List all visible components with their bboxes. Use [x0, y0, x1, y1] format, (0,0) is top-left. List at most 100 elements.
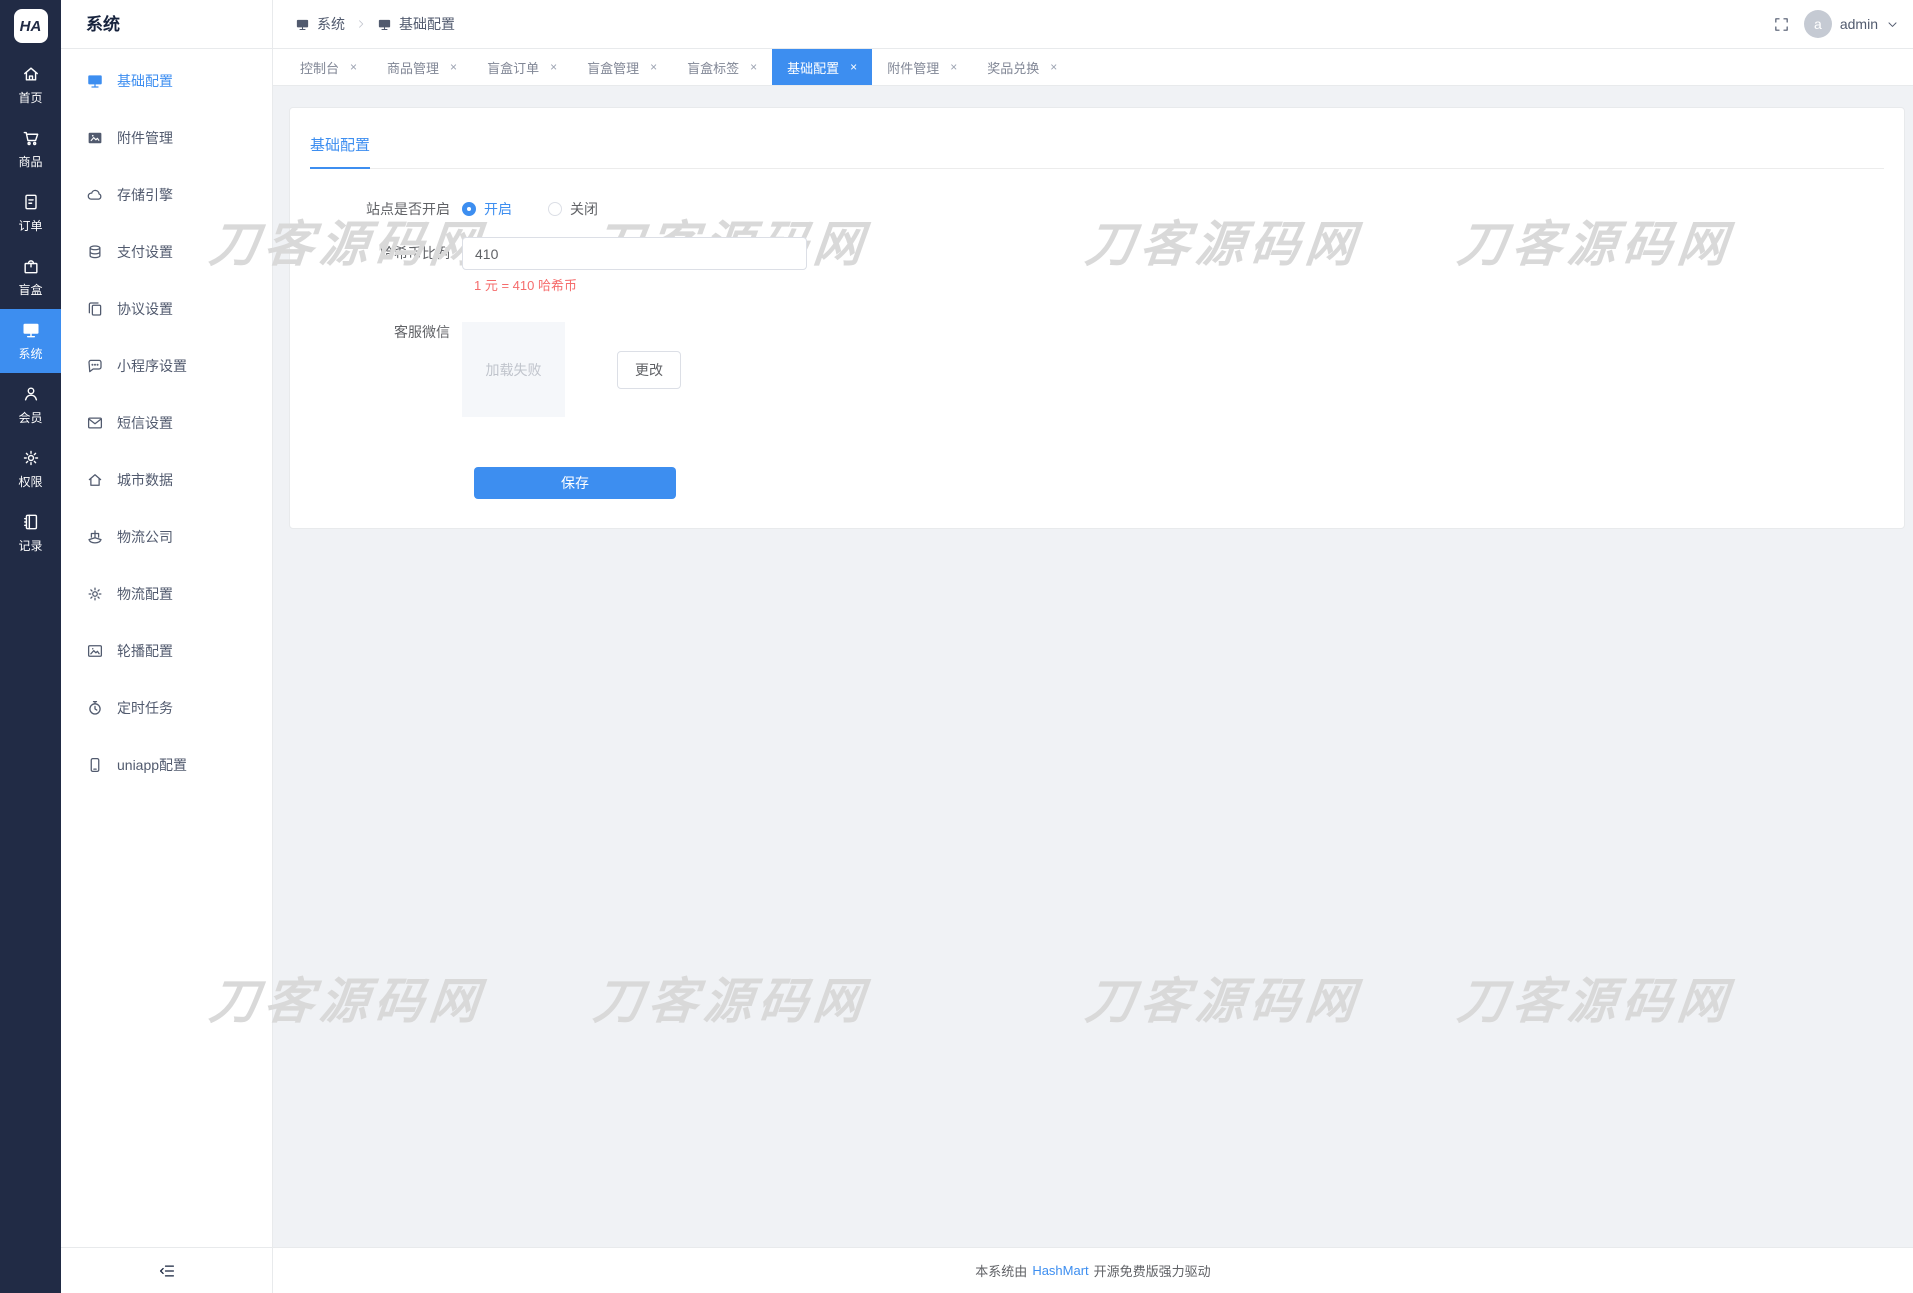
rail-item-label: 系统: [18, 345, 42, 362]
house-icon: [86, 471, 104, 489]
submenu-item-carousel[interactable]: 轮播配置: [61, 622, 272, 679]
cart-icon: [21, 128, 41, 148]
rail-item-label: 盲盒: [18, 281, 42, 298]
tab-basic-config[interactable]: 基础配置×: [772, 49, 872, 85]
icon-rail: HA 首页 商品 订单 盲盒 系统 会员 权限 记录: [0, 0, 61, 1293]
monitor-icon: [295, 17, 310, 32]
tab-attachments[interactable]: 附件管理×: [872, 49, 972, 85]
radio-site-off[interactable]: 关闭: [548, 199, 598, 219]
tab-goods-management[interactable]: 商品管理×: [372, 49, 472, 85]
submenu-item-agreement[interactable]: 协议设置: [61, 280, 272, 337]
breadcrumb: 系统 基础配置: [295, 14, 455, 34]
notebook-icon: [21, 512, 41, 532]
site-switch-row: 站点是否开启 开启 关闭: [310, 199, 1884, 219]
top-header: 系统 基础配置 a admin: [273, 0, 1913, 49]
close-icon[interactable]: ×: [450, 61, 457, 73]
database-icon: [86, 243, 104, 261]
footer-text-suffix: 开源免费版强力驱动: [1094, 1261, 1211, 1280]
card-tab-header: 基础配置: [310, 134, 1884, 169]
sidebar-collapse-button[interactable]: [61, 1247, 272, 1293]
radio-icon: [548, 202, 562, 216]
tab-blindbox-orders[interactable]: 盲盒订单×: [472, 49, 572, 85]
ship-icon: [86, 528, 104, 546]
breadcrumb-item-system[interactable]: 系统: [295, 14, 345, 34]
close-icon[interactable]: ×: [950, 61, 957, 73]
tab-blindbox-tags[interactable]: 盲盒标签×: [672, 49, 772, 85]
phone-icon: [86, 756, 104, 774]
chat-icon: [86, 357, 104, 375]
coin-ratio-hint: 1 元 = 410 哈希币: [474, 278, 1884, 294]
monitor-icon: [377, 17, 392, 32]
submenu-item-payment[interactable]: 支付设置: [61, 223, 272, 280]
picture-icon: [86, 129, 104, 147]
service-wechat-label: 客服微信: [310, 322, 462, 342]
collapse-menu-icon: [158, 1262, 176, 1280]
app-logo[interactable]: HA: [14, 9, 48, 43]
wechat-qr-image[interactable]: 加载失败: [462, 322, 565, 417]
coin-ratio-input[interactable]: [462, 237, 807, 270]
submenu-item-attachments[interactable]: 附件管理: [61, 109, 272, 166]
rail-item-permissions[interactable]: 权限: [0, 437, 61, 501]
close-icon[interactable]: ×: [750, 61, 757, 73]
rail-item-records[interactable]: 记录: [0, 501, 61, 565]
system-submenu: 系统 基础配置 附件管理 存储引擎 支付设置 协议设置 小程序设置 短信设置: [61, 0, 273, 1293]
radio-site-on[interactable]: 开启: [462, 199, 512, 219]
rail-item-members[interactable]: 会员: [0, 373, 61, 437]
basic-config-form: 站点是否开启 开启 关闭 哈希币比例: [310, 169, 1884, 499]
chevron-right-icon: [355, 18, 367, 30]
content-area: 基础配置 站点是否开启 开启 关闭: [273, 86, 1913, 1247]
fullscreen-icon[interactable]: [1773, 16, 1790, 33]
close-icon[interactable]: ×: [350, 61, 357, 73]
home-icon: [21, 64, 41, 84]
main-area: 系统 基础配置 a admin 控制台× 商品管理× 盲盒订单× 盲盒管理× 盲…: [273, 0, 1913, 1293]
rail-item-orders[interactable]: 订单: [0, 181, 61, 245]
submenu-item-sms[interactable]: 短信设置: [61, 394, 272, 451]
close-icon[interactable]: ×: [650, 61, 657, 73]
close-icon[interactable]: ×: [1050, 61, 1057, 73]
order-icon: [21, 192, 41, 212]
rail-item-system[interactable]: 系统: [0, 309, 61, 373]
tab-console[interactable]: 控制台×: [285, 49, 372, 85]
submenu-item-storage[interactable]: 存储引擎: [61, 166, 272, 223]
submenu-item-logistics-company[interactable]: 物流公司: [61, 508, 272, 565]
save-button[interactable]: 保存: [474, 467, 676, 499]
rail-item-label: 订单: [18, 217, 42, 234]
close-icon[interactable]: ×: [550, 61, 557, 73]
rail-item-label: 权限: [18, 473, 42, 490]
card-tab-basic-config[interactable]: 基础配置: [310, 134, 370, 169]
submenu-item-miniprogram[interactable]: 小程序设置: [61, 337, 272, 394]
change-image-button[interactable]: 更改: [617, 351, 681, 389]
submenu-item-uniapp-config[interactable]: uniapp配置: [61, 736, 272, 793]
user-menu[interactable]: a admin: [1804, 10, 1899, 38]
cloud-icon: [86, 186, 104, 204]
coin-ratio-label: 哈希币比例: [310, 237, 462, 270]
save-row: 保存: [474, 467, 1884, 499]
submenu-item-scheduled-tasks[interactable]: 定时任务: [61, 679, 272, 736]
gear-icon: [86, 585, 104, 603]
service-wechat-row: 客服微信 加载失败 更改: [310, 322, 1884, 417]
site-switch-label: 站点是否开启: [310, 199, 462, 219]
rail-item-blindbox[interactable]: 盲盒: [0, 245, 61, 309]
timer-icon: [86, 699, 104, 717]
mail-icon: [86, 414, 104, 432]
rail-item-goods[interactable]: 商品: [0, 117, 61, 181]
gear-icon: [21, 448, 41, 468]
breadcrumb-item-basic-config[interactable]: 基础配置: [377, 14, 455, 34]
picture-outline-icon: [86, 642, 104, 660]
chevron-down-icon: [1886, 18, 1899, 31]
tab-blindbox-management[interactable]: 盲盒管理×: [572, 49, 672, 85]
tab-prize-exchange[interactable]: 奖品兑换×: [972, 49, 1072, 85]
user-icon: [21, 384, 41, 404]
submenu-item-logistics-config[interactable]: 物流配置: [61, 565, 272, 622]
footer-link[interactable]: HashMart: [1032, 1263, 1088, 1278]
coin-ratio-row: 哈希币比例: [310, 237, 1884, 270]
box-icon: [21, 256, 41, 276]
open-tabs-bar: 控制台× 商品管理× 盲盒订单× 盲盒管理× 盲盒标签× 基础配置× 附件管理×…: [273, 49, 1913, 86]
rail-item-label: 会员: [18, 409, 42, 426]
submenu-item-basic-config[interactable]: 基础配置: [61, 52, 272, 109]
submenu-item-city-data[interactable]: 城市数据: [61, 451, 272, 508]
monitor-icon: [21, 320, 41, 340]
rail-item-home[interactable]: 首页: [0, 53, 61, 117]
avatar: a: [1804, 10, 1832, 38]
close-icon[interactable]: ×: [850, 61, 857, 73]
